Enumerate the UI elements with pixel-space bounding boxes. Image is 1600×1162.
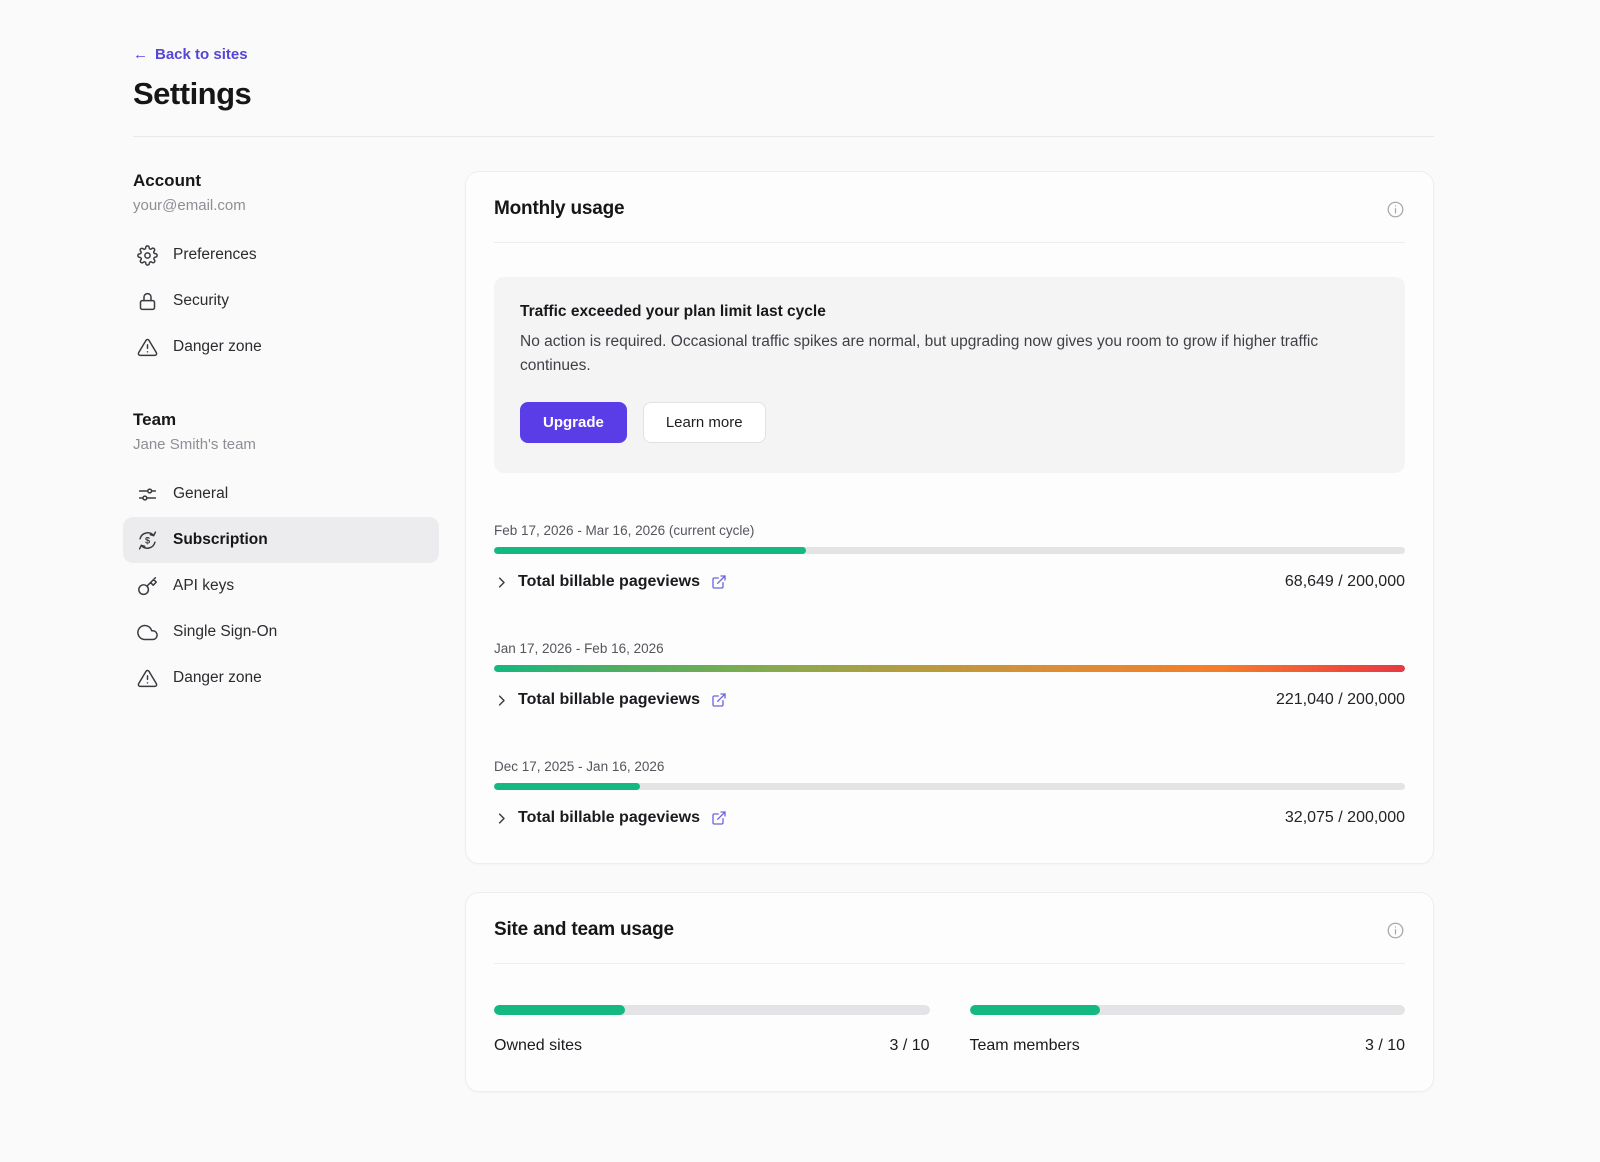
usage-progress-track (494, 547, 1405, 554)
external-link-icon[interactable] (711, 810, 727, 826)
sidebar-item-preferences[interactable]: Preferences (123, 232, 439, 278)
team-members-fill (970, 1005, 1101, 1015)
billable-pageviews-expander[interactable]: Total billable pageviews (494, 809, 727, 827)
account-email: your@email.com (133, 197, 439, 214)
usage-cycle-current: Feb 17, 2026 - Mar 16, 2026 (current cyc… (494, 523, 1405, 591)
billable-pageviews-expander[interactable]: Total billable pageviews (494, 691, 727, 709)
team-heading: Team (133, 410, 439, 430)
card-divider (494, 963, 1405, 964)
upgrade-button[interactable]: Upgrade (520, 402, 627, 443)
sidebar-item-label: API keys (173, 577, 234, 595)
traffic-exceeded-notice: Traffic exceeded your plan limit last cy… (494, 277, 1405, 473)
chevron-right-icon (494, 811, 509, 826)
sidebar-item-general[interactable]: General (123, 471, 439, 517)
site-team-usage-card: Site and team usage Owned site (465, 892, 1434, 1092)
monthly-usage-card: Monthly usage Traffic exceeded your plan… (465, 171, 1434, 864)
settings-sidebar: Account your@email.com Preferences (133, 171, 439, 1092)
settings-page: ← Back to sites Settings Account your@ema… (0, 0, 1600, 1162)
sidebar-item-label: Danger zone (173, 338, 262, 356)
sidebar-item-security[interactable]: Security (123, 278, 439, 324)
lock-icon (137, 291, 158, 312)
site-team-usage-title: Site and team usage (494, 919, 674, 941)
external-link-icon[interactable] (711, 574, 727, 590)
warning-triangle-icon (137, 668, 158, 689)
billable-pageviews-value: 221,040 / 200,000 (1276, 691, 1405, 709)
external-link-icon[interactable] (711, 692, 727, 708)
owned-sites-value: 3 / 10 (889, 1037, 929, 1055)
info-icon[interactable] (1386, 200, 1405, 219)
warning-triangle-icon (137, 337, 158, 358)
team-nav: General $ Subscription (123, 471, 439, 701)
notice-title: Traffic exceeded your plan limit last cy… (520, 303, 1379, 321)
usage-cycle-older: Dec 17, 2025 - Jan 16, 2026 Total billab… (494, 759, 1405, 827)
gear-icon (137, 245, 158, 266)
sidebar-item-label: General (173, 485, 228, 503)
dollar-refresh-icon: $ (137, 530, 158, 551)
page-title: Settings (133, 76, 1434, 112)
notice-body: No action is required. Occasional traffi… (520, 330, 1379, 378)
card-divider (494, 242, 1405, 243)
page-header: ← Back to sites Settings (0, 0, 1600, 137)
back-to-sites-link[interactable]: ← Back to sites (133, 46, 248, 63)
account-nav: Preferences Security (123, 232, 439, 370)
billable-pageviews-value: 68,649 / 200,000 (1285, 573, 1405, 591)
sidebar-item-single-sign-on[interactable]: Single Sign-On (123, 609, 439, 655)
sidebar-item-api-keys[interactable]: API keys (123, 563, 439, 609)
team-members-track (970, 1005, 1406, 1015)
back-arrow-icon: ← (133, 46, 148, 63)
chevron-right-icon (494, 693, 509, 708)
sidebar-item-label: Danger zone (173, 669, 262, 687)
key-icon (137, 576, 158, 597)
sidebar-item-label: Security (173, 292, 229, 310)
usage-progress-track (494, 783, 1405, 790)
team-section: Team Jane Smith's team General (133, 410, 439, 701)
team-members-value: 3 / 10 (1365, 1037, 1405, 1055)
sidebar-item-danger-zone-account[interactable]: Danger zone (123, 324, 439, 370)
sidebar-item-label: Single Sign-On (173, 623, 277, 641)
team-name: Jane Smith's team (133, 436, 439, 453)
account-heading: Account (133, 171, 439, 191)
usage-progress-fill (494, 547, 806, 554)
learn-more-button[interactable]: Learn more (643, 402, 766, 443)
cycle-period: Feb 17, 2026 - Mar 16, 2026 (current cyc… (494, 523, 1405, 538)
usage-progress-track (494, 665, 1405, 672)
cycle-period: Dec 17, 2025 - Jan 16, 2026 (494, 759, 1405, 774)
owned-sites-meter: Owned sites 3 / 10 (494, 996, 930, 1055)
sidebar-item-label: Preferences (173, 246, 257, 264)
owned-sites-track (494, 1005, 930, 1015)
team-members-label: Team members (970, 1037, 1080, 1055)
info-icon[interactable] (1386, 921, 1405, 940)
billable-pageviews-label: Total billable pageviews (518, 691, 700, 709)
cloud-icon (137, 622, 158, 643)
billable-pageviews-label: Total billable pageviews (518, 573, 700, 591)
usage-progress-fill-overlimit (494, 665, 1405, 672)
billable-pageviews-expander[interactable]: Total billable pageviews (494, 573, 727, 591)
svg-text:$: $ (145, 535, 150, 545)
sidebar-item-danger-zone-team[interactable]: Danger zone (123, 655, 439, 701)
billable-pageviews-value: 32,075 / 200,000 (1285, 809, 1405, 827)
sidebar-item-subscription[interactable]: $ Subscription (123, 517, 439, 563)
back-link-label: Back to sites (155, 46, 248, 63)
sidebar-item-label: Subscription (173, 531, 268, 549)
monthly-usage-title: Monthly usage (494, 198, 624, 220)
usage-progress-fill (494, 783, 640, 790)
billable-pageviews-label: Total billable pageviews (518, 809, 700, 827)
owned-sites-label: Owned sites (494, 1037, 582, 1055)
sliders-icon (137, 484, 158, 505)
settings-main: Monthly usage Traffic exceeded your plan… (465, 171, 1434, 1092)
usage-cycle-previous: Jan 17, 2026 - Feb 16, 2026 Total billab… (494, 641, 1405, 709)
chevron-right-icon (494, 575, 509, 590)
account-section: Account your@email.com Preferences (133, 171, 439, 370)
owned-sites-fill (494, 1005, 625, 1015)
team-members-meter: Team members 3 / 10 (970, 996, 1406, 1055)
cycle-period: Jan 17, 2026 - Feb 16, 2026 (494, 641, 1405, 656)
